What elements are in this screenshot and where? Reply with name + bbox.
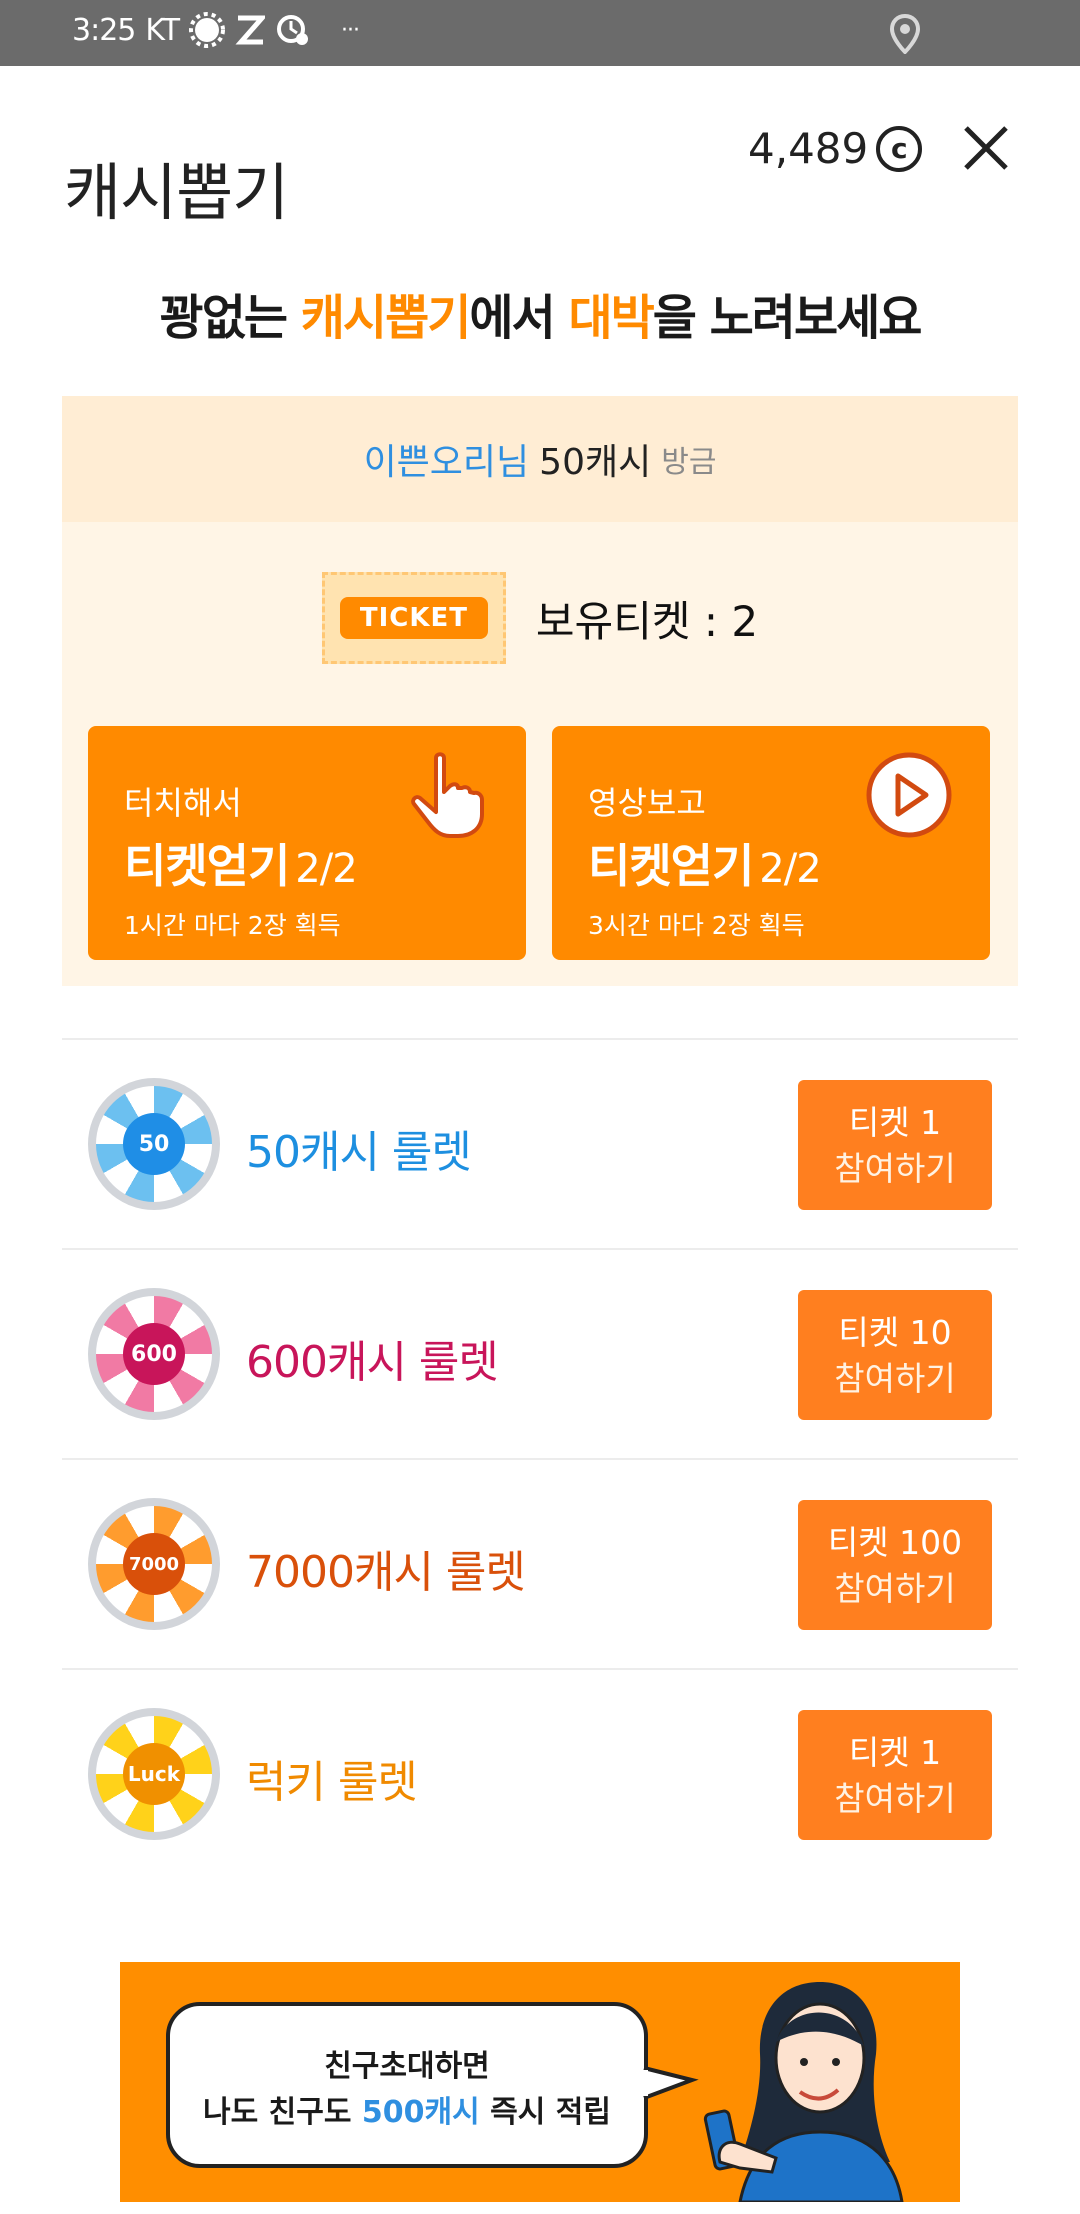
wheel-hub: Luck — [123, 1743, 185, 1805]
join-roulette-button[interactable]: 티켓 10 참여하기 — [798, 1290, 992, 1420]
winner-nickname: 이쁜오리님 — [363, 442, 530, 483]
owned-tickets: TICKET 보유티켓 : 2 — [62, 572, 1018, 664]
roulette-row-600: 600 600캐시 룰렛 티켓 10 참여하기 — [62, 1248, 1018, 1458]
roulette-wheel-icon: 600 — [88, 1288, 220, 1420]
action-fraction: 2/2 — [295, 846, 357, 892]
action-note: 1시간 마다 2장 획득 — [124, 911, 341, 940]
banner-line1: 친구초대하면 — [324, 2049, 490, 2084]
location-icon — [890, 14, 920, 54]
ticket-cost: 티켓 1 — [848, 1733, 942, 1772]
join-roulette-button[interactable]: 티켓 1 참여하기 — [798, 1710, 992, 1840]
balance-value: 4,489 — [748, 124, 869, 173]
roulette-row-luck: Luck 럭키 룰렛 티켓 1 참여하기 — [62, 1668, 1018, 1878]
action-fraction: 2/2 — [759, 846, 821, 892]
headline-text: 을 노려보세요 — [652, 290, 923, 346]
roulette-name: 럭키 룰렛 — [246, 1757, 418, 1808]
roulette-row-50: 50 50캐시 룰렛 티켓 1 참여하기 — [62, 1038, 1018, 1248]
play-icon — [866, 752, 952, 838]
action-main-text: 티켓얻기 — [124, 839, 290, 893]
carrier: KT — [145, 12, 180, 48]
status-bar-left: 3:25 KT ··· — [72, 12, 360, 48]
clock: 3:25 — [72, 12, 136, 48]
close-button[interactable] — [958, 120, 1014, 176]
settings-badge-icon — [189, 12, 226, 48]
woman-with-phone-illustration — [703, 1982, 904, 2202]
roulette-list: 50 50캐시 룰렛 티켓 1 참여하기 600 600캐시 룰렛 티켓 10 … — [62, 1038, 1018, 1878]
page-title: 캐시뽑기 — [64, 156, 289, 229]
action-note: 3시간 마다 2장 획득 — [588, 911, 805, 940]
ticket-cost: 티켓 1 — [848, 1103, 942, 1142]
roulette-name: 50캐시 룰렛 — [246, 1127, 472, 1178]
banner-highlight: 500캐시 — [361, 2095, 480, 2130]
promo-headline: 꽝없는 캐시뽑기에서 대박을 노려보세요 — [0, 278, 1080, 348]
headline-highlight: 대박 — [568, 290, 654, 346]
touch-get-ticket-button[interactable]: 터치해서 티켓얻기 2/2 1시간 마다 2장 획득 — [88, 726, 526, 960]
ticket-cost: 티켓 10 — [838, 1313, 952, 1352]
wheel-hub: 7000 — [123, 1533, 185, 1595]
invite-friends-banner[interactable]: 친구초대하면 나도 친구도 500캐시 즉시 적립 — [120, 1962, 960, 2202]
banner-text: 나도 친구도 — [202, 2095, 362, 2130]
action-main-text: 티켓얻기 — [588, 839, 754, 893]
cash-balance: 4,489 c — [748, 124, 923, 173]
headline-highlight: 캐시뽑기 — [300, 290, 472, 346]
speech-bubble: 친구초대하면 나도 친구도 500캐시 즉시 적립 — [166, 2002, 648, 2168]
roulette-name: 600캐시 룰렛 — [246, 1337, 499, 1388]
roulette-wheel-icon: Luck — [88, 1708, 220, 1840]
ticket-tag: TICKET — [339, 597, 488, 639]
cash-coin-icon: c — [876, 125, 923, 172]
join-label: 참여하기 — [834, 1359, 956, 1398]
winner-time: 방금 — [661, 445, 717, 480]
wheel-hub: 50 — [123, 1113, 185, 1175]
headline-text: 에서 — [469, 290, 569, 346]
status-bar: 3:25 KT ··· — [0, 0, 1080, 66]
ticket-count: 보유티켓 : 2 — [535, 596, 759, 646]
join-label: 참여하기 — [834, 1149, 956, 1188]
banner-line2: 나도 친구도 500캐시 즉시 적립 — [170, 2090, 644, 2136]
data-saver-icon — [277, 15, 309, 45]
join-roulette-button[interactable]: 티켓 100 참여하기 — [798, 1500, 992, 1630]
winner-amount: 50캐시 — [539, 442, 652, 483]
more-notifications-icon: ··· — [341, 17, 360, 43]
hand-pointer-icon — [411, 752, 484, 838]
join-label: 참여하기 — [834, 1569, 956, 1608]
winner-notice: 이쁜오리님 50캐시 방금 — [62, 396, 1018, 522]
join-label: 참여하기 — [834, 1779, 956, 1818]
banner-text: 즉시 적립 — [479, 2095, 611, 2130]
ticket-panel: 이쁜오리님 50캐시 방금 TICKET 보유티켓 : 2 터치해서 티켓얻기 2… — [62, 396, 1018, 986]
roulette-name: 7000캐시 룰렛 — [246, 1547, 526, 1598]
ticket-icon: TICKET — [321, 572, 506, 664]
z-app-icon — [235, 15, 266, 45]
roulette-wheel-icon: 7000 — [88, 1498, 220, 1630]
join-roulette-button[interactable]: 티켓 1 참여하기 — [798, 1080, 992, 1210]
roulette-wheel-icon: 50 — [88, 1078, 220, 1210]
video-get-ticket-button[interactable]: 영상보고 티켓얻기 2/2 3시간 마다 2장 획득 — [552, 726, 990, 960]
ticket-cost: 티켓 100 — [827, 1523, 963, 1562]
wheel-hub: 600 — [123, 1323, 185, 1385]
headline-text: 꽝없는 — [159, 290, 301, 346]
roulette-row-7000: 7000 7000캐시 룰렛 티켓 100 참여하기 — [62, 1458, 1018, 1668]
